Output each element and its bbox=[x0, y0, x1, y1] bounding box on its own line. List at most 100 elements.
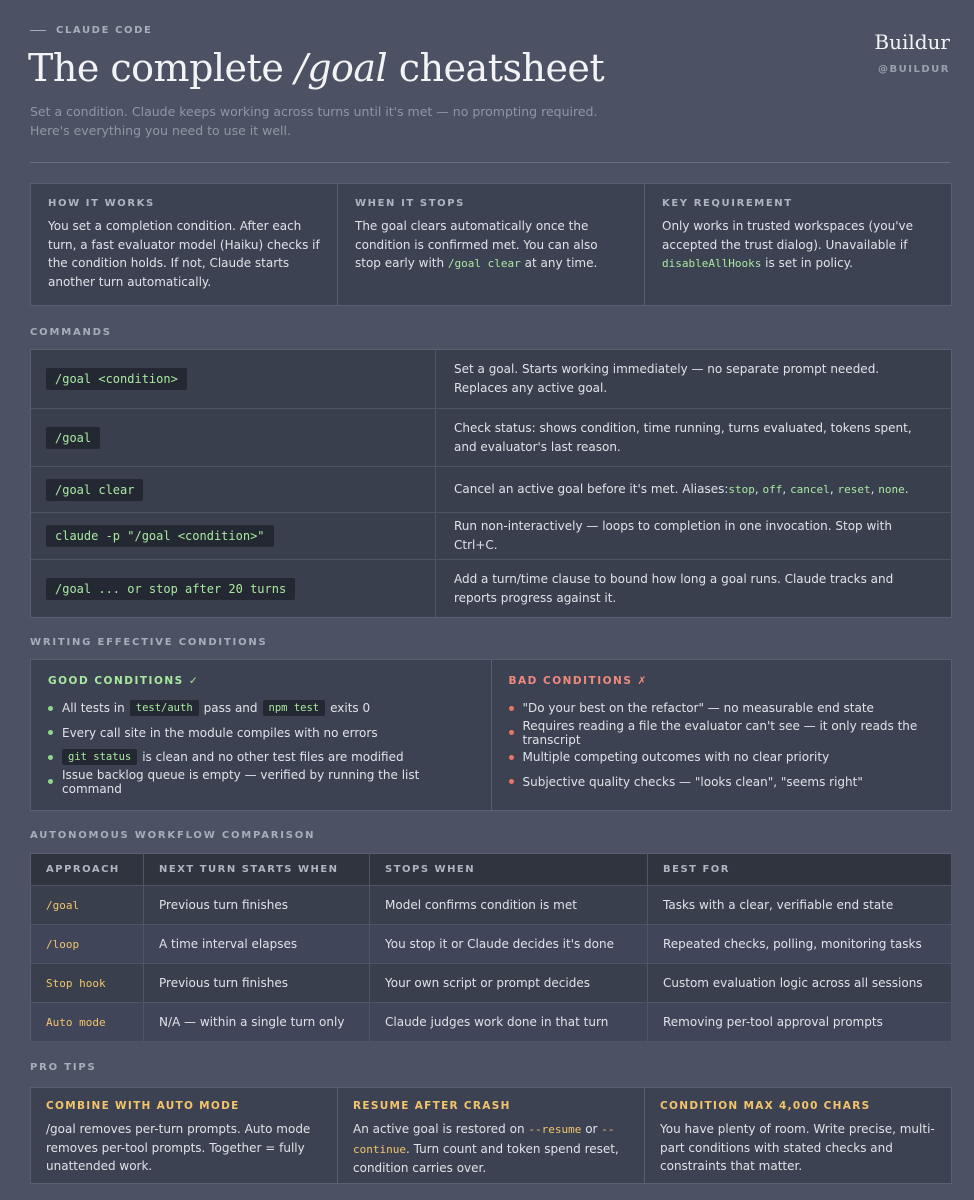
item-text: exits 0 bbox=[330, 701, 371, 716]
table-row: Auto mode N/A — within a single turn onl… bbox=[30, 1002, 952, 1042]
section-title-commands: COMMANDS bbox=[30, 327, 112, 338]
subtitle: Set a condition. Claude keeps working ac… bbox=[30, 104, 598, 138]
text-pre: An active goal is restored on bbox=[353, 1122, 529, 1136]
tip-max-chars-card: CONDITION MAX 4,000 CHARS You have plent… bbox=[645, 1088, 951, 1183]
item-text: is clean and no other test files are mod… bbox=[142, 750, 404, 765]
bullet-icon bbox=[508, 705, 514, 711]
bullet-icon bbox=[48, 754, 53, 760]
inline-code: /goal clear bbox=[447, 257, 521, 270]
bullet-icon bbox=[48, 730, 53, 736]
bad-conditions: BAD CONDITIONS ✗ "Do your best on the re… bbox=[492, 660, 952, 810]
tip-label: RESUME AFTER CRASH bbox=[353, 1100, 511, 1112]
pro-tips-cards: COMBINE WITH AUTO MODE /goal removes per… bbox=[30, 1087, 952, 1184]
command-row: /goal ... or stop after 20 turns Add a t… bbox=[31, 560, 951, 617]
card-text: You set a completion condition. After ea… bbox=[48, 219, 320, 289]
item-text: Every call site in the module compiles w… bbox=[62, 725, 378, 740]
code-chip: test/auth bbox=[129, 700, 199, 717]
command-cell: claude -p "/goal <condition>" bbox=[31, 513, 436, 559]
bullet-icon bbox=[48, 705, 53, 711]
alias: reset bbox=[837, 483, 871, 496]
item-text: pass and bbox=[203, 701, 258, 716]
brand-handle: @BUILDUR bbox=[878, 64, 950, 75]
card-label: WHEN IT STOPS bbox=[355, 198, 465, 209]
command-description: Cancel an active goal before it's met. A… bbox=[436, 467, 951, 512]
when-it-stops-card: WHEN IT STOPS The goal clears automatica… bbox=[338, 184, 645, 305]
list-item: Issue backlog queue is empty — verified … bbox=[48, 767, 474, 796]
alias: stop bbox=[728, 483, 755, 496]
tip-resume-card: RESUME AFTER CRASH An active goal is res… bbox=[338, 1088, 645, 1183]
overview-cards: HOW IT WORKS You set a completion condit… bbox=[30, 183, 952, 306]
column-header: NEXT TURN STARTS WHEN bbox=[143, 853, 370, 886]
conditions-box: GOOD CONDITIONS ✓ All tests in test/auth p… bbox=[30, 659, 952, 811]
card-text: Only works in trusted workspaces (you've… bbox=[662, 217, 934, 274]
table-cell: Claude judges work done in that turn bbox=[369, 1002, 648, 1042]
command-cell: /goal clear bbox=[31, 467, 436, 512]
desc-post: . bbox=[904, 482, 909, 496]
list-item: All tests in test/auth pass and npm test exi… bbox=[48, 696, 474, 721]
item-text: Multiple competing outcomes with no clea… bbox=[522, 750, 830, 765]
alias: none bbox=[878, 483, 905, 496]
card-label: HOW IT WORKS bbox=[48, 198, 155, 209]
command-code: /goal ... or stop after 20 turns bbox=[46, 577, 296, 600]
table-header-row: APPROACH NEXT TURN STARTS WHEN STOPS WHE… bbox=[30, 853, 952, 886]
inline-code: --resume bbox=[528, 1123, 582, 1136]
command-row: /goal <condition> Set a goal. Starts wor… bbox=[31, 350, 951, 409]
bad-conditions-list: "Do your best on the refactor" — no meas… bbox=[508, 696, 935, 795]
list-item: Multiple competing outcomes with no clea… bbox=[508, 745, 935, 770]
bad-conditions-title: BAD CONDITIONS ✗ bbox=[508, 675, 648, 687]
key-requirement-card: KEY REQUIREMENT Only works in trusted wo… bbox=[645, 184, 951, 305]
command-row: /goal clear Cancel an active goal before… bbox=[31, 467, 951, 513]
title-post: cheatsheet bbox=[387, 46, 605, 90]
code-chip: npm test bbox=[262, 700, 326, 717]
command-description: Run non-interactively — loops to complet… bbox=[454, 519, 892, 552]
how-it-works-card: HOW IT WORKS You set a completion condit… bbox=[31, 184, 338, 305]
command-cell: /goal <condition> bbox=[31, 350, 436, 408]
command-code: /goal <condition> bbox=[46, 368, 187, 390]
command-row: claude -p "/goal <condition>" Run non-in… bbox=[31, 513, 951, 560]
table-cell: Repeated checks, polling, monitoring tas… bbox=[647, 924, 952, 964]
table-row: /goal Previous turn finishes Model confi… bbox=[30, 885, 952, 925]
item-text: Requires reading a file the evaluator ca… bbox=[522, 718, 918, 747]
bullet-icon bbox=[48, 779, 53, 785]
page-title: The complete /goal cheatsheet bbox=[28, 46, 605, 90]
command-description: Set a goal. Starts working immediately —… bbox=[454, 362, 880, 395]
commands-table: /goal <condition> Set a goal. Starts wor… bbox=[30, 349, 952, 618]
kicker-dash bbox=[30, 30, 46, 31]
approach-cell: Auto mode bbox=[30, 1002, 144, 1042]
approach-cell: /loop bbox=[30, 924, 144, 964]
column-header: BEST FOR bbox=[647, 853, 952, 886]
command-code: /goal bbox=[46, 426, 101, 449]
list-item: "Do your best on the refactor" — no meas… bbox=[508, 696, 935, 721]
column-header: STOPS WHEN bbox=[369, 853, 648, 886]
table-cell: Previous turn finishes bbox=[143, 885, 370, 925]
text-pre: Only works in trusted workspaces (you've… bbox=[662, 219, 913, 252]
desc-pre: Cancel an active goal before it's met. A… bbox=[454, 482, 729, 496]
table-cell: Previous turn finishes bbox=[143, 963, 370, 1003]
section-title-pro-tips: PRO TIPS bbox=[30, 1062, 97, 1073]
code-chip: git status bbox=[62, 749, 138, 766]
tip-text: /goal removes per-turn prompts. Auto mod… bbox=[46, 1122, 311, 1173]
good-conditions: GOOD CONDITIONS ✓ All tests in test/auth p… bbox=[31, 660, 492, 810]
table-cell: You stop it or Claude decides it's done bbox=[369, 924, 648, 964]
table-row: /loop A time interval elapses You stop i… bbox=[30, 924, 952, 964]
table-cell: Removing per-tool approval prompts bbox=[647, 1002, 952, 1042]
list-item: Subjective quality checks — "looks clean… bbox=[508, 770, 935, 795]
item-text: Issue backlog queue is empty — verified … bbox=[62, 767, 420, 796]
title-pre: The complete bbox=[28, 46, 295, 90]
text-post: is set in policy. bbox=[761, 256, 853, 270]
good-conditions-list: All tests in test/auth pass and npm test exi… bbox=[48, 696, 474, 796]
brand-name: Buildur bbox=[874, 30, 950, 54]
tip-text: An active goal is restored on --resume o… bbox=[353, 1120, 629, 1178]
comparison-table: APPROACH NEXT TURN STARTS WHEN STOPS WHE… bbox=[30, 853, 952, 1042]
approach-cell: /goal bbox=[30, 885, 144, 925]
tip-text: You have plenty of room. Write precise, … bbox=[660, 1122, 935, 1173]
text-mid: or bbox=[581, 1122, 602, 1136]
card-text: The goal clears automatically once the c… bbox=[355, 217, 627, 274]
table-cell: Model confirms condition is met bbox=[369, 885, 648, 925]
bullet-icon bbox=[508, 754, 514, 760]
command-code: /goal clear bbox=[46, 478, 144, 501]
alias: off bbox=[762, 483, 783, 496]
item-text: All tests in bbox=[62, 701, 125, 716]
tip-label: CONDITION MAX 4,000 CHARS bbox=[660, 1100, 871, 1112]
command-row: /goal Check status: shows condition, tim… bbox=[31, 409, 951, 467]
